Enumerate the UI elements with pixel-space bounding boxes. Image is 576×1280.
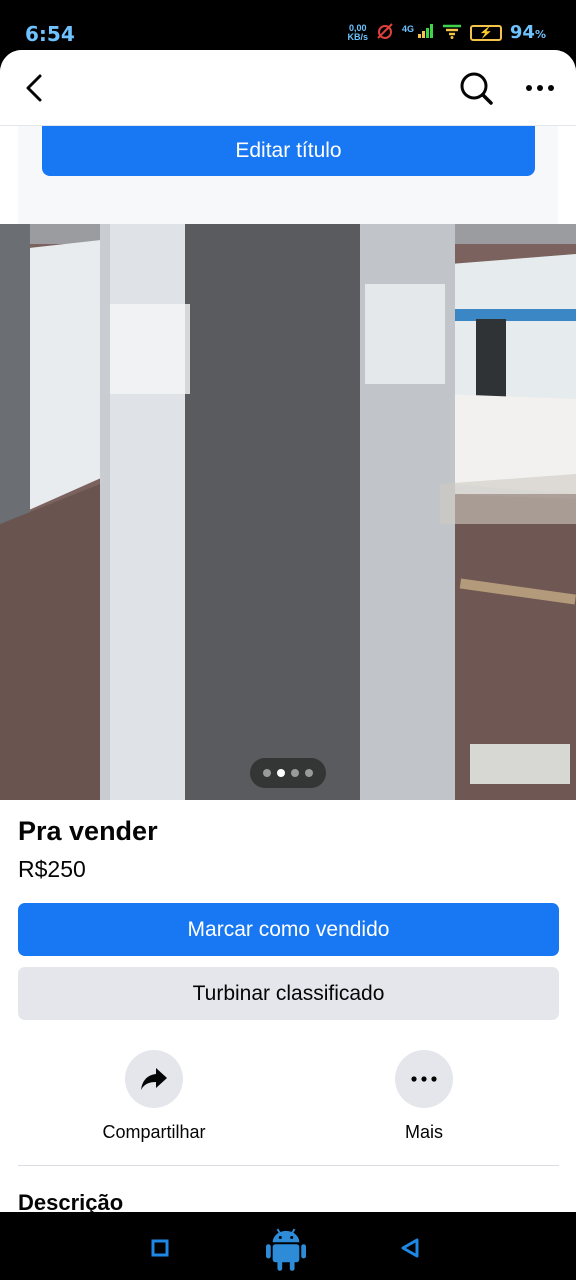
back-icon[interactable] [14, 68, 54, 108]
battery-icon: ⚡ [469, 24, 502, 41]
divider [18, 1165, 559, 1166]
carousel-indicator[interactable] [250, 758, 326, 788]
battery-percent: 94% [510, 22, 546, 43]
top-bar [0, 50, 576, 126]
search-icon[interactable] [456, 68, 496, 108]
mark-as-sold-button[interactable]: Marcar como vendido [18, 903, 559, 956]
boost-listing-button[interactable]: Turbinar classificado [18, 967, 559, 1020]
app-screen: Editar título Pra vender R$250 Marcar co… [0, 50, 576, 1212]
wifi-icon [442, 23, 462, 42]
listing-photo[interactable] [0, 224, 576, 800]
nav-back-icon[interactable] [390, 1228, 430, 1268]
battery-percent-sign: % [534, 28, 546, 41]
more-label: Mais [404, 1122, 443, 1142]
carousel-dot [291, 769, 299, 777]
listing-photo-image [0, 224, 576, 800]
share-action[interactable]: Compartilhar [74, 1050, 234, 1143]
system-nav-bar [0, 1212, 576, 1280]
status-icons: 0,00 KB/s 4G ⚡ 94% [347, 22, 546, 43]
recents-icon[interactable] [140, 1228, 180, 1268]
network-speed: 0,00 KB/s [347, 23, 368, 42]
description-heading: Descrição [18, 1190, 124, 1212]
listing-price: R$250 [18, 856, 86, 882]
share-icon[interactable] [125, 1050, 183, 1108]
more-action[interactable]: Mais [344, 1050, 504, 1143]
carousel-dot-active [277, 769, 285, 777]
listing-title: Pra vender [18, 816, 158, 846]
status-bar: 6:54 0,00 KB/s 4G ⚡ 94% [0, 0, 576, 50]
alarm-off-icon [376, 22, 394, 43]
more-dots-icon[interactable] [395, 1050, 453, 1108]
share-label: Compartilhar [102, 1122, 206, 1142]
status-time: 6:54 [25, 22, 75, 46]
battery-percent-value: 94 [509, 22, 535, 43]
more-options-icon[interactable] [520, 68, 560, 108]
network-speed-unit: KB/s [347, 31, 368, 42]
edit-title-button[interactable]: Editar título [42, 126, 535, 176]
android-home-icon[interactable] [266, 1228, 306, 1271]
carousel-dot [263, 769, 271, 777]
signal-icon: 4G [402, 24, 434, 41]
carousel-dot [305, 769, 313, 777]
network-type: 4G [402, 24, 415, 34]
